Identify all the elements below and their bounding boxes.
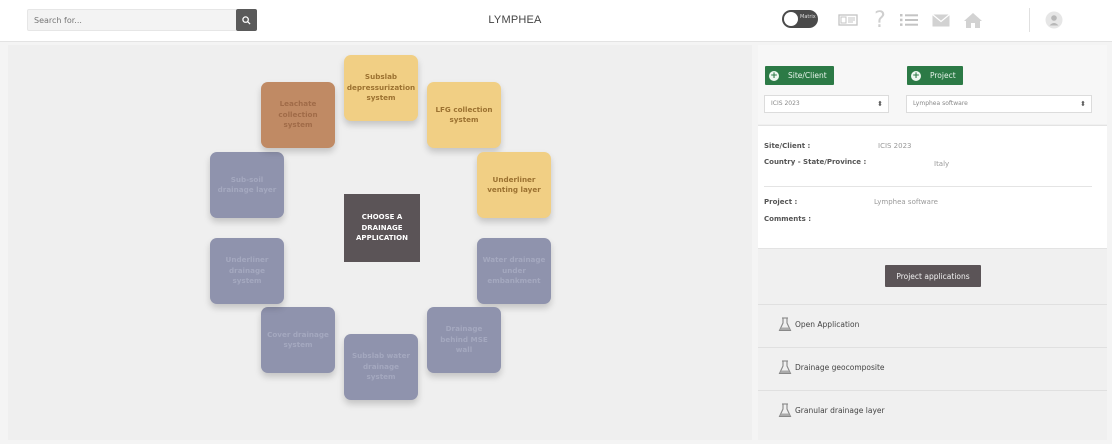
site-client-info-label: Site/Client : — [764, 142, 811, 150]
comments-info-label: Comments : — [764, 215, 812, 223]
site-client-select[interactable]: ICIS 2023 ⬍ — [764, 95, 889, 113]
app-tile-underliner-venting[interactable]: Underliner venting layer — [477, 152, 551, 218]
toggle-label: Matrix — [800, 14, 816, 20]
flask-icon — [778, 360, 792, 375]
app-tile-label: Subslab water drainage system — [351, 351, 411, 382]
app-tile-leachate-collection[interactable]: Leachate collection system — [261, 82, 335, 148]
search-icon — [242, 15, 251, 25]
application-wheel-panel: Subslab depressurization system LFG coll… — [8, 45, 752, 440]
app-tile-label: Leachate collection system — [278, 99, 318, 130]
top-bar: LYMPHEA Matrix ? — [0, 0, 1112, 42]
plus-icon: + — [769, 70, 779, 81]
list-item-label: Drainage geocomposite — [795, 363, 885, 372]
app-tile-water-drainage-embankment[interactable]: Water drainage under embankment — [477, 238, 551, 304]
id-card-icon[interactable] — [836, 9, 860, 31]
list-item-open-application[interactable]: Open Application — [758, 304, 1107, 344]
app-tile-subslab-depressurization[interactable]: Subslab depressurization system — [344, 55, 418, 121]
add-project-button[interactable]: + Project — [907, 66, 963, 85]
list-icon[interactable] — [897, 9, 921, 31]
project-info-label: Project : — [764, 198, 798, 206]
app-tile-cover-drainage[interactable]: Cover drainage system — [261, 307, 335, 373]
project-select[interactable]: Lymphea software ⬍ — [906, 95, 1092, 113]
search-button[interactable] — [236, 9, 257, 31]
list-item-label: Open Application — [795, 320, 860, 329]
project-select-value: Lymphea software — [913, 100, 968, 107]
header-divider — [1029, 8, 1030, 32]
app-tile-subslab-water-drainage[interactable]: Subslab water drainage system — [344, 334, 418, 400]
app-tile-lfg-collection[interactable]: LFG collection system — [427, 82, 501, 148]
list-item-label: Granular drainage layer — [795, 406, 885, 415]
app-tile-label: Water drainage under embankment — [482, 255, 546, 286]
add-project-label: Project — [930, 71, 956, 80]
search-bar — [27, 9, 257, 31]
list-item-granular-drainage-layer[interactable]: Granular drainage layer — [758, 390, 1107, 430]
app-tile-label: Underliner venting layer — [487, 174, 541, 194]
home-icon[interactable] — [961, 9, 985, 31]
choose-application-label: CHOOSE A DRAINAGE APPLICATION — [344, 194, 420, 262]
app-tile-label: Underliner drainage system — [225, 255, 269, 286]
app-tile-label: Cover drainage system — [267, 329, 329, 349]
app-title: LYMPHEA — [488, 14, 542, 26]
select-caret-icon: ⬍ — [1080, 100, 1086, 108]
flask-icon — [778, 403, 792, 418]
app-tile-sub-soil-drainage[interactable]: Sub-soil drainage layer — [210, 152, 284, 218]
toggle-knob — [784, 12, 798, 26]
flask-icon — [778, 317, 792, 332]
mail-icon[interactable] — [929, 9, 953, 31]
project-applications-button[interactable]: Project applications — [885, 265, 981, 287]
search-input[interactable] — [27, 9, 237, 31]
plus-icon: + — [911, 70, 921, 81]
country-info-label: Country - State/Province : — [764, 158, 867, 166]
project-info-value: Lymphea software — [874, 198, 938, 206]
info-divider — [764, 186, 1092, 187]
app-tile-label: LFG collection system — [435, 104, 493, 124]
list-item-drainage-geocomposite[interactable]: Drainage geocomposite — [758, 347, 1107, 387]
site-client-info-value: ICIS 2023 — [878, 142, 912, 150]
app-tile-label: Drainage behind MSE wall — [440, 324, 488, 355]
site-client-select-value: ICIS 2023 — [771, 100, 800, 107]
country-info-value: Italy — [934, 160, 950, 168]
matrix-toggle[interactable]: Matrix — [782, 10, 818, 28]
project-info-card: Site/Client : ICIS 2023 Country - State/… — [758, 125, 1107, 249]
app-tile-label: Subslab depressurization system — [346, 72, 416, 103]
select-caret-icon: ⬍ — [877, 100, 883, 108]
app-tile-label: Sub-soil drainage layer — [217, 174, 277, 194]
app-tile-drainage-mse-wall[interactable]: Drainage behind MSE wall — [427, 307, 501, 373]
help-icon[interactable]: ? — [870, 8, 890, 33]
add-site-client-label: Site/Client — [788, 71, 827, 80]
user-icon[interactable] — [1043, 9, 1065, 31]
add-site-client-button[interactable]: + Site/Client — [765, 66, 834, 85]
selector-area: + Site/Client + Project ICIS 2023 ⬍ Lymp… — [758, 45, 1107, 124]
app-tile-underliner-drainage[interactable]: Underliner drainage system — [210, 238, 284, 304]
project-sidebar: + Site/Client + Project ICIS 2023 ⬍ Lymp… — [758, 45, 1107, 440]
